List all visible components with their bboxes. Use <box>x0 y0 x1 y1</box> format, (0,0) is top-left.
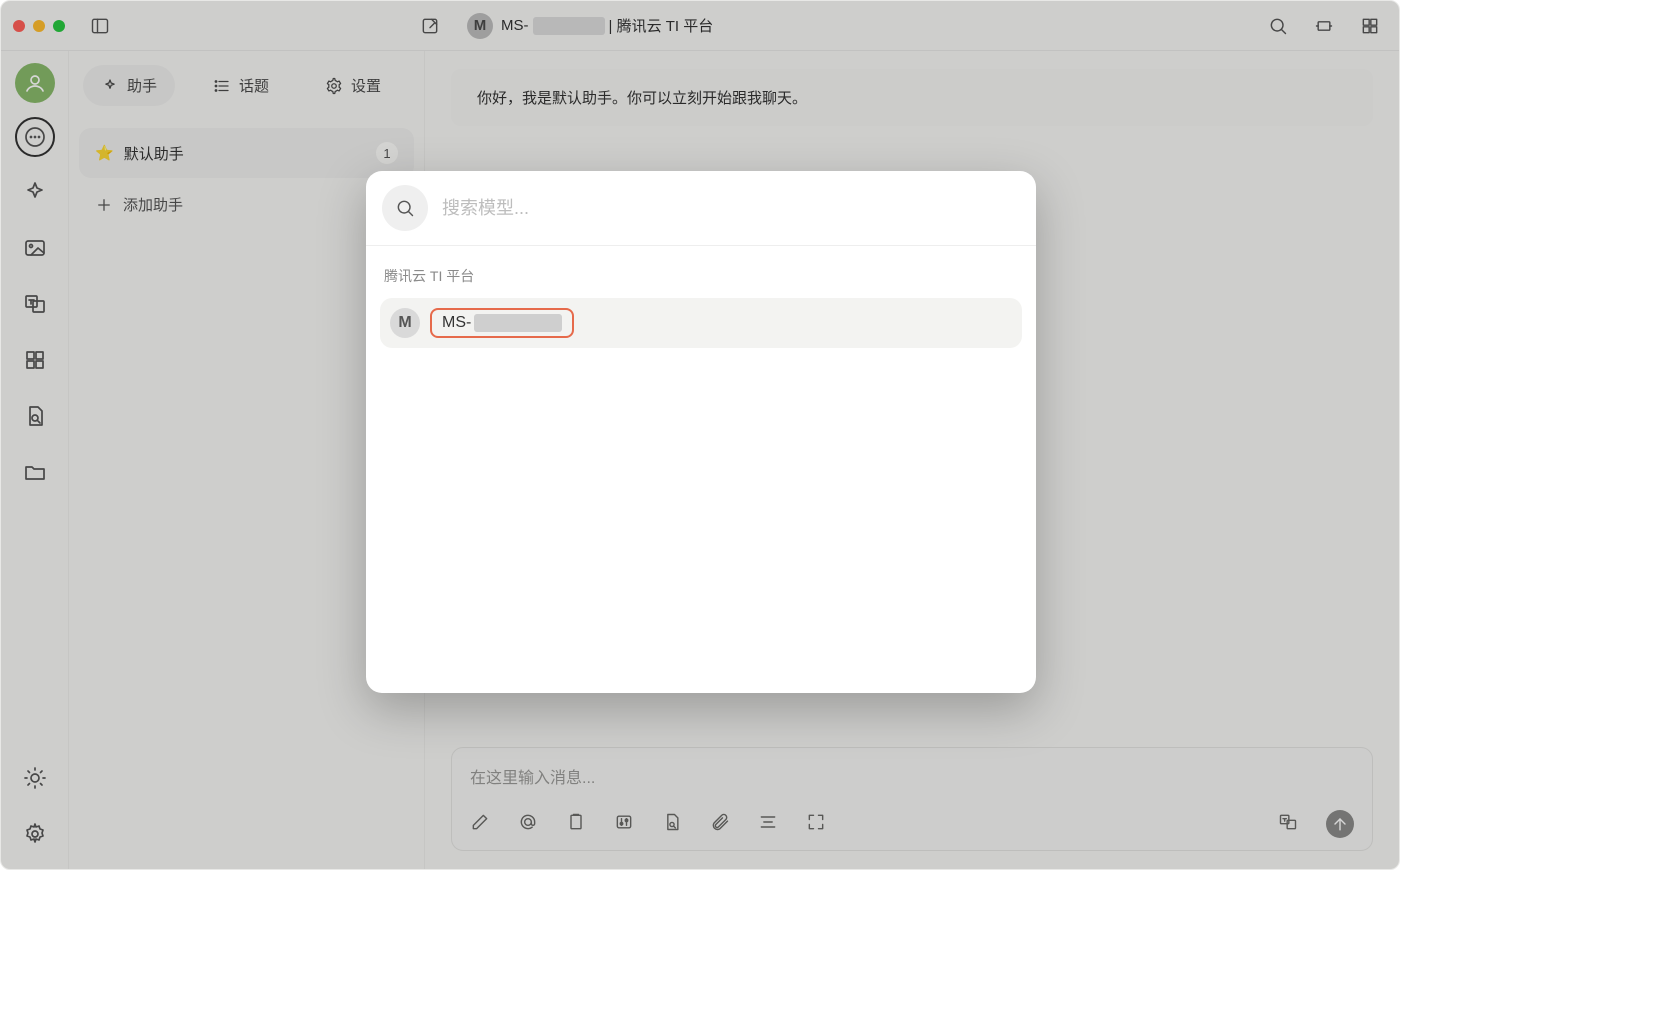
minimize-window-button[interactable] <box>33 20 45 32</box>
sidebar-icon <box>90 16 110 36</box>
model-picker-modal: 腾讯云 TI 平台 M MS- <box>366 171 1036 693</box>
nav-discover[interactable] <box>14 171 56 213</box>
sun-icon <box>23 766 47 790</box>
paperclip-icon <box>710 812 730 832</box>
sparkle-icon <box>23 180 47 204</box>
modal-search-icon-wrapper <box>382 185 428 231</box>
params-button[interactable] <box>614 812 634 837</box>
format-button[interactable] <box>758 812 778 837</box>
edit-icon <box>470 812 490 832</box>
tab-settings-label: 设置 <box>351 75 381 96</box>
close-window-button[interactable] <box>13 20 25 32</box>
maximize-window-button[interactable] <box>53 20 65 32</box>
model-name-highlight: MS- <box>430 308 574 338</box>
layout-icon <box>1314 16 1334 36</box>
expand-button[interactable] <box>806 812 826 837</box>
folder-icon <box>23 460 47 484</box>
model-group-label: 腾讯云 TI 平台 <box>380 258 1022 298</box>
user-icon <box>23 71 47 95</box>
title-suffix: | 腾讯云 TI 平台 <box>609 15 714 36</box>
assistant-list: ⭐ 默认助手 1 添加助手 <box>79 128 414 231</box>
tab-assistant[interactable]: 助手 <box>83 65 175 106</box>
model-name-masked <box>474 314 562 332</box>
window-title: MS- | 腾讯云 TI 平台 <box>501 15 713 36</box>
assistant-item-default[interactable]: ⭐ 默认助手 1 <box>79 128 414 178</box>
gear-icon <box>23 822 47 846</box>
title-area[interactable]: M MS- | 腾讯云 TI 平台 <box>467 13 713 39</box>
modal-body: 腾讯云 TI 平台 M MS- <box>366 246 1036 693</box>
input-toolbar <box>470 810 1354 838</box>
panel-tabs: 助手 话题 设置 <box>79 65 414 118</box>
at-icon <box>518 812 538 832</box>
search-button[interactable] <box>1261 9 1295 43</box>
grid-icon <box>1360 16 1380 36</box>
translate-icon <box>23 292 47 316</box>
nav-files[interactable] <box>14 451 56 493</box>
screen-share-button[interactable] <box>1307 9 1341 43</box>
assistant-item-count: 1 <box>376 142 398 164</box>
theme-toggle[interactable] <box>14 757 56 799</box>
model-avatar-icon: M <box>467 13 493 39</box>
greeting-message: 你好，我是默认助手。你可以立刻开始跟我聊天。 <box>451 69 1373 126</box>
left-rail <box>1 51 69 869</box>
add-assistant-button[interactable]: 添加助手 <box>79 178 414 231</box>
model-item[interactable]: M MS- <box>380 298 1022 348</box>
nav-chat[interactable] <box>15 117 55 157</box>
file-search-icon <box>23 404 47 428</box>
attach-button[interactable] <box>710 812 730 837</box>
settings-button[interactable] <box>14 813 56 855</box>
arrow-up-icon <box>1330 814 1350 834</box>
plus-icon <box>95 196 113 214</box>
profile-button[interactable] <box>15 63 55 103</box>
nav-apps[interactable] <box>14 339 56 381</box>
star-icon: ⭐ <box>95 144 114 162</box>
file-scan-icon <box>662 812 682 832</box>
add-assistant-label: 添加助手 <box>123 194 183 215</box>
message-input-placeholder: 在这里输入消息... <box>470 764 1354 788</box>
sparkle-small-icon <box>101 77 119 95</box>
assistant-item-label: 默认助手 <box>124 143 184 164</box>
toggle-sidebar-button[interactable] <box>83 9 117 43</box>
gear-small-icon <box>325 77 343 95</box>
translate-input-button[interactable] <box>1278 812 1298 837</box>
apps-icon <box>23 348 47 372</box>
model-badge-icon: M <box>390 308 420 338</box>
modal-search-row <box>366 171 1036 246</box>
message-input-container[interactable]: 在这里输入消息... <box>451 747 1373 851</box>
search-icon <box>395 198 415 218</box>
window-controls <box>13 20 65 32</box>
compose-button[interactable] <box>413 9 447 43</box>
tab-topics[interactable]: 话题 <box>195 65 287 106</box>
titlebar: M MS- | 腾讯云 TI 平台 <box>1 1 1399 51</box>
app-window: M MS- | 腾讯云 TI 平台 <box>0 0 1400 870</box>
sliders-icon <box>614 812 634 832</box>
list-icon <box>213 77 231 95</box>
edit-button[interactable] <box>470 812 490 837</box>
spacing-icon <box>758 812 778 832</box>
send-button[interactable] <box>1326 810 1354 838</box>
tab-assistant-label: 助手 <box>127 75 157 96</box>
nav-translate[interactable] <box>14 283 56 325</box>
model-search-input[interactable] <box>442 198 1020 219</box>
search-icon <box>1268 16 1288 36</box>
prompt-button[interactable] <box>566 812 586 837</box>
file-scan-button[interactable] <box>662 812 682 837</box>
title-masked-segment <box>533 17 605 35</box>
template-icon <box>566 812 586 832</box>
mention-button[interactable] <box>518 812 538 837</box>
nav-images[interactable] <box>14 227 56 269</box>
nav-file-search[interactable] <box>14 395 56 437</box>
model-name-prefix: MS- <box>442 314 471 332</box>
tab-settings[interactable]: 设置 <box>307 65 399 106</box>
title-prefix: MS- <box>501 17 529 34</box>
image-icon <box>23 236 47 260</box>
chat-icon <box>23 125 47 149</box>
apps-button[interactable] <box>1353 9 1387 43</box>
translate-small-icon <box>1278 812 1298 832</box>
expand-icon <box>806 812 826 832</box>
tab-topics-label: 话题 <box>239 75 269 96</box>
compose-icon <box>420 16 440 36</box>
